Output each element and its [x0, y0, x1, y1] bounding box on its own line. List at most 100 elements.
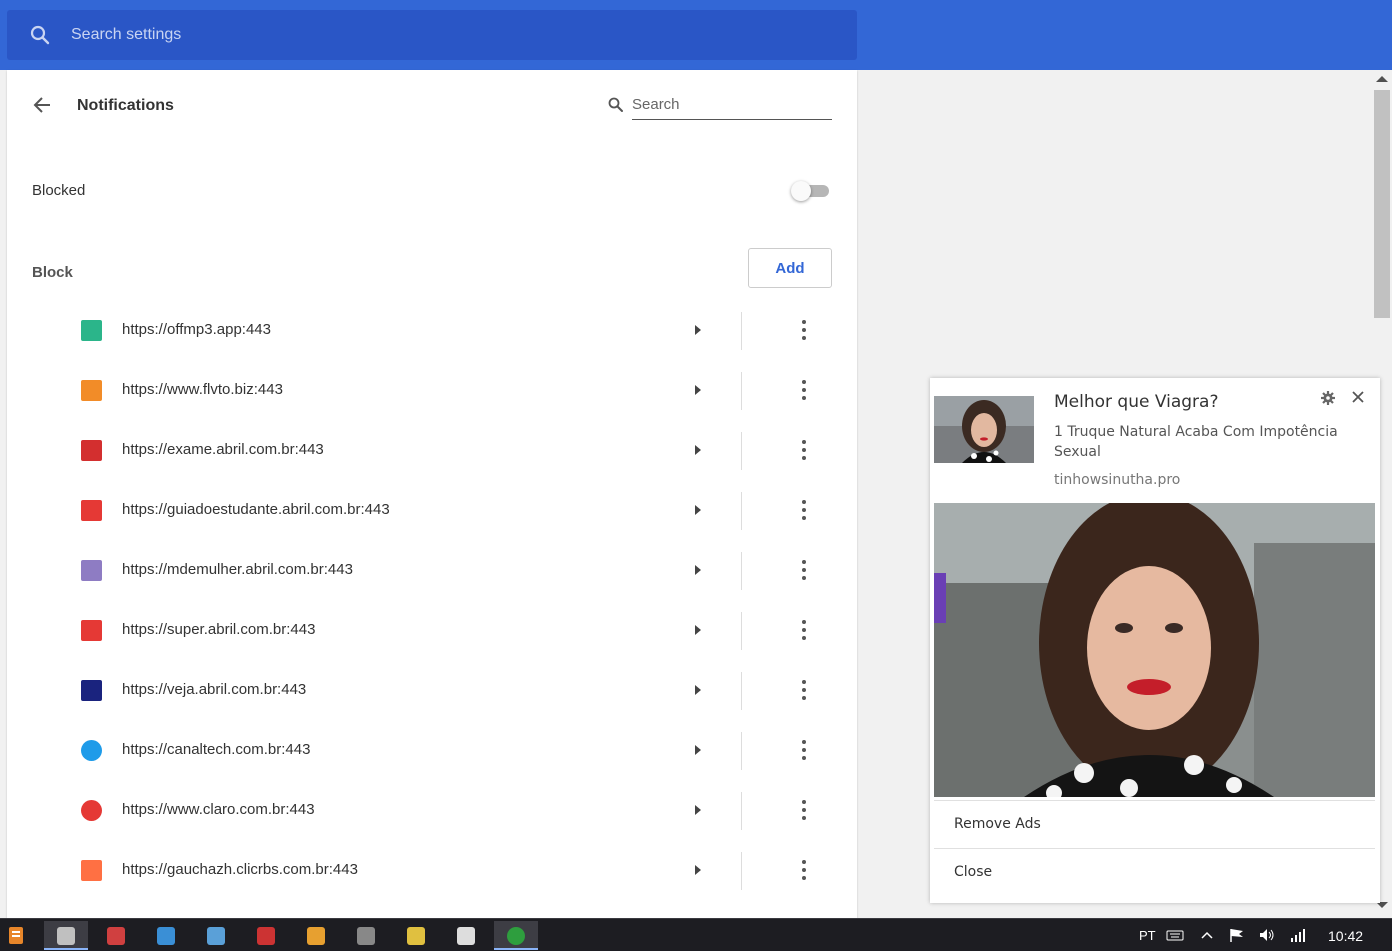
- notification-image: [934, 503, 1375, 797]
- claro-favicon: [81, 800, 102, 821]
- row-divider: [741, 672, 742, 710]
- notifications-search[interactable]: Search: [607, 92, 832, 120]
- close-icon[interactable]: [1350, 389, 1366, 405]
- site-url: https://exame.abril.com.br:443: [122, 441, 324, 458]
- more-actions-icon[interactable]: [792, 378, 816, 402]
- site-row[interactable]: https://gauchazh.clicrbs.com.br:443: [7, 840, 857, 900]
- menu-dot: [802, 696, 806, 700]
- row-divider: [741, 372, 742, 410]
- more-actions-icon[interactable]: [792, 738, 816, 762]
- more-actions-icon[interactable]: [792, 798, 816, 822]
- utorrent-icon[interactable]: [494, 921, 538, 950]
- arrow-right-icon[interactable]: [687, 380, 707, 400]
- site-row[interactable]: https://mdemulher.abril.com.br:443: [7, 540, 857, 600]
- app-icon-9[interactable]: [444, 921, 488, 950]
- app-icon-2-glyph: [107, 927, 125, 945]
- arrow-right-icon[interactable]: [687, 740, 707, 760]
- notifications-panel: Notifications Search Blocked Block Add h…: [7, 70, 857, 918]
- arrow-right-icon[interactable]: [687, 800, 707, 820]
- more-actions-icon[interactable]: [792, 318, 816, 342]
- scroll-thumb[interactable]: [1374, 90, 1390, 318]
- block-section-label: Block: [32, 264, 73, 281]
- chevron-up-icon[interactable]: [1198, 927, 1216, 943]
- blocked-setting-row: Blocked: [7, 160, 857, 220]
- menu-dot: [802, 620, 806, 624]
- language-indicator[interactable]: PT: [1139, 928, 1156, 943]
- app-icon-4-glyph: [207, 927, 225, 945]
- more-actions-icon[interactable]: [792, 678, 816, 702]
- search-settings-input[interactable]: Search settings: [7, 10, 857, 60]
- app-icon-7[interactable]: [344, 921, 388, 950]
- row-divider: [741, 792, 742, 830]
- app-icon-1[interactable]: [44, 921, 88, 950]
- toggle-knob: [791, 181, 811, 201]
- menu-dot: [802, 860, 806, 864]
- site-row[interactable]: https://www.flvto.biz:443: [7, 360, 857, 420]
- notifications-search-input[interactable]: Search: [632, 92, 832, 120]
- gear-icon[interactable]: [1320, 390, 1336, 406]
- more-actions-icon[interactable]: [792, 558, 816, 582]
- search-settings-placeholder: Search settings: [71, 26, 182, 43]
- arrow-right-icon[interactable]: [687, 620, 707, 640]
- search-icon: [607, 96, 625, 114]
- arrow-right-icon[interactable]: [687, 320, 707, 340]
- keyboard-icon[interactable]: [1166, 927, 1184, 943]
- notification-domain: tinhowsinutha.pro: [1054, 472, 1181, 488]
- block-section-header: Block Add: [7, 246, 857, 296]
- app-icon-6-glyph: [307, 927, 325, 945]
- volume-icon[interactable]: [1258, 927, 1276, 943]
- site-row[interactable]: https://guiadoestudante.abril.com.br:443: [7, 480, 857, 540]
- app-icon-4[interactable]: [194, 921, 238, 950]
- back-arrow-icon[interactable]: [31, 94, 53, 116]
- arrow-right-icon[interactable]: [687, 560, 707, 580]
- app-icon-3[interactable]: [144, 921, 188, 950]
- site-url: https://guiadoestudante.abril.com.br:443: [122, 501, 390, 518]
- blocked-toggle[interactable]: [791, 181, 829, 201]
- arrow-right-icon[interactable]: [687, 680, 707, 700]
- app-icon-8[interactable]: [394, 921, 438, 950]
- start-button[interactable]: [0, 919, 32, 951]
- close-button[interactable]: Close: [934, 848, 1375, 895]
- menu-dot: [802, 568, 806, 572]
- clock[interactable]: 10:42: [1328, 928, 1363, 944]
- site-row[interactable]: https://veja.abril.com.br:443: [7, 660, 857, 720]
- exame-favicon: [81, 440, 102, 461]
- menu-dot: [802, 516, 806, 520]
- more-actions-icon[interactable]: [792, 438, 816, 462]
- network-signal-icon[interactable]: [1289, 927, 1307, 943]
- menu-dot: [802, 740, 806, 744]
- site-url: https://mdemulher.abril.com.br:443: [122, 561, 353, 578]
- site-row[interactable]: https://offmp3.app:443: [7, 300, 857, 360]
- search-icon: [29, 24, 51, 46]
- notification-popup: Melhor que Viagra? 1 Truque Natural Acab…: [930, 378, 1380, 903]
- flag-icon[interactable]: [1228, 927, 1246, 943]
- app-icon-5[interactable]: [244, 921, 288, 950]
- menu-dot: [802, 396, 806, 400]
- site-url: https://www.claro.com.br:443: [122, 801, 315, 818]
- scroll-up-icon[interactable]: [1376, 76, 1388, 82]
- site-row[interactable]: https://super.abril.com.br:443: [7, 600, 857, 660]
- row-divider: [741, 432, 742, 470]
- add-button[interactable]: Add: [748, 248, 832, 288]
- settings-header: Search settings: [0, 0, 1392, 70]
- more-actions-icon[interactable]: [792, 858, 816, 882]
- site-row[interactable]: https://exame.abril.com.br:443: [7, 420, 857, 480]
- row-divider: [741, 492, 742, 530]
- more-actions-icon[interactable]: [792, 498, 816, 522]
- site-row[interactable]: https://www.claro.com.br:443: [7, 780, 857, 840]
- app-icon-2[interactable]: [94, 921, 138, 950]
- remove-ads-button[interactable]: Remove Ads: [934, 800, 1375, 847]
- arrow-right-icon[interactable]: [687, 440, 707, 460]
- super-favicon: [81, 620, 102, 641]
- menu-dot: [802, 508, 806, 512]
- site-url: https://gauchazh.clicrbs.com.br:443: [122, 861, 358, 878]
- more-actions-icon[interactable]: [792, 618, 816, 642]
- row-divider: [741, 732, 742, 770]
- app-icon-6[interactable]: [294, 921, 338, 950]
- flvto-favicon: [81, 380, 102, 401]
- site-row[interactable]: https://canaltech.com.br:443: [7, 720, 857, 780]
- arrow-right-icon[interactable]: [687, 860, 707, 880]
- menu-dot: [802, 440, 806, 444]
- menu-dot: [802, 388, 806, 392]
- arrow-right-icon[interactable]: [687, 500, 707, 520]
